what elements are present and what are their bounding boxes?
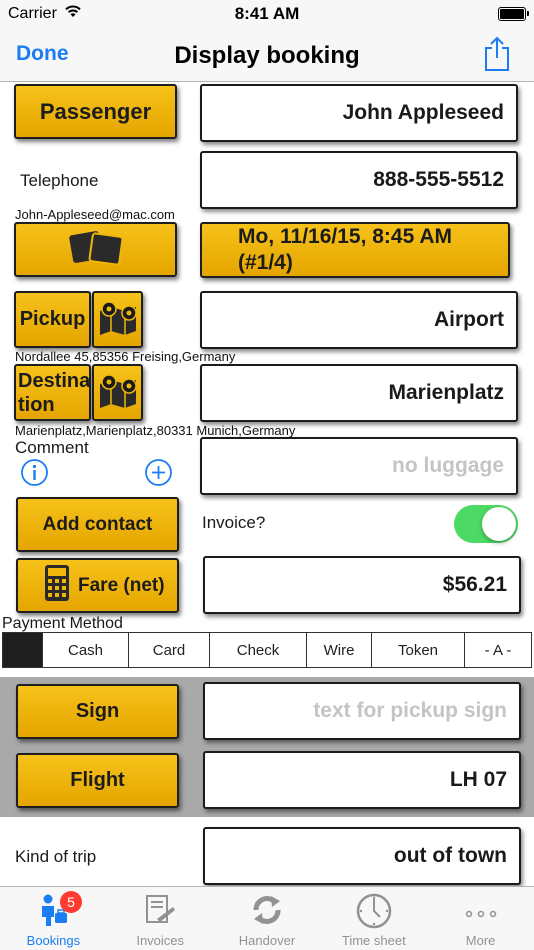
- share-icon[interactable]: [482, 36, 512, 72]
- tab-invoices[interactable]: Invoices: [107, 887, 214, 950]
- flight-button[interactable]: Flight: [16, 753, 179, 808]
- map-pin-icon: [97, 370, 139, 415]
- pickup-map-button[interactable]: [92, 291, 143, 348]
- passenger-button[interactable]: Passenger: [14, 84, 177, 139]
- cards-icon: [67, 227, 125, 272]
- telephone-field[interactable]: 888-555-5512: [200, 151, 518, 209]
- payment-option-cash[interactable]: Cash: [43, 633, 129, 667]
- pickup-field[interactable]: Airport: [200, 291, 518, 349]
- payment-option-a[interactable]: - A -: [465, 633, 531, 667]
- handover-icon: [250, 893, 284, 932]
- invoice-toggle[interactable]: [454, 505, 518, 543]
- destination-map-button[interactable]: [92, 364, 143, 421]
- tab-more[interactable]: More: [427, 887, 534, 950]
- kind-of-trip-field[interactable]: out of town: [203, 827, 521, 885]
- tab-label: Bookings: [26, 933, 81, 948]
- destination-address: Marienplatz,Marienplatz,80331 Munich,Ger…: [15, 423, 296, 438]
- flight-field[interactable]: LH 07: [203, 751, 521, 809]
- bookings-badge: 5: [60, 891, 82, 913]
- tab-time-sheet[interactable]: Time sheet: [320, 887, 427, 950]
- pickup-button[interactable]: Pickup: [14, 291, 91, 348]
- toggle-knob: [482, 507, 516, 541]
- payment-option-blank[interactable]: [3, 633, 43, 667]
- invoice-label: Invoice?: [202, 513, 266, 532]
- tab-label: More: [465, 933, 496, 948]
- comment-field[interactable]: no luggage: [200, 437, 518, 495]
- payment-option-card[interactable]: Card: [129, 633, 210, 667]
- date-button[interactable]: Mo, 11/16/15, 8:45 AM (#1/4): [200, 222, 510, 278]
- info-icon[interactable]: [20, 458, 49, 487]
- more-icon: [465, 905, 497, 923]
- fare-field[interactable]: $56.21: [203, 556, 521, 614]
- payment-method-segmented-control: Cash Card Check Wire Token - A -: [2, 632, 532, 668]
- destination-label-line2: tion: [18, 393, 55, 416]
- kind-of-trip-label: Kind of trip: [15, 847, 97, 866]
- sign-field[interactable]: text for pickup sign: [203, 682, 521, 740]
- tab-label: Time sheet: [341, 933, 406, 948]
- booking-index-text: (#1/4): [238, 251, 293, 274]
- tab-label: Handover: [238, 933, 296, 948]
- payment-option-token[interactable]: Token: [372, 633, 465, 667]
- plus-circle-icon[interactable]: [144, 458, 173, 487]
- telephone-label: Telephone: [20, 171, 99, 190]
- invoices-icon: [143, 893, 177, 930]
- destination-label-line1: Destina: [18, 369, 91, 392]
- sign-button[interactable]: Sign: [16, 684, 179, 739]
- payment-option-wire[interactable]: Wire: [307, 633, 372, 667]
- destination-field[interactable]: Marienplatz: [200, 364, 518, 422]
- tab-handover[interactable]: Handover: [214, 887, 321, 950]
- fare-button-label: Fare (net): [78, 574, 165, 596]
- tab-bar: 5 Bookings Invoices Handover Time sheet …: [0, 886, 534, 950]
- tab-bookings[interactable]: 5 Bookings: [0, 887, 107, 950]
- status-time: 8:41 AM: [234, 4, 300, 23]
- date-text: Mo, 11/16/15, 8:45 AM: [238, 225, 452, 248]
- cards-button[interactable]: [14, 222, 177, 277]
- navigation-bar: Done Display booking: [0, 30, 534, 82]
- destination-button[interactable]: Destina tion: [14, 364, 91, 421]
- map-pin-icon: [97, 297, 139, 342]
- pickup-address: Nordallee 45,85356 Freising,Germany: [15, 349, 236, 364]
- clock-icon: [356, 893, 392, 934]
- payment-option-check[interactable]: Check: [210, 633, 307, 667]
- calculator-icon: [44, 564, 70, 608]
- comment-label: Comment: [15, 438, 89, 457]
- fare-button[interactable]: Fare (net): [16, 558, 179, 613]
- status-bar: Carrier 8:41 AM: [0, 0, 534, 30]
- tab-label: Invoices: [136, 933, 185, 948]
- page-title: Display booking: [174, 42, 360, 69]
- passenger-field[interactable]: John Appleseed: [200, 84, 518, 142]
- add-contact-button[interactable]: Add contact: [16, 497, 179, 552]
- battery-icon: [498, 7, 529, 21]
- email-text: John-Appleseed@mac.com: [15, 207, 175, 222]
- payment-method-label: Payment Method: [2, 615, 123, 632]
